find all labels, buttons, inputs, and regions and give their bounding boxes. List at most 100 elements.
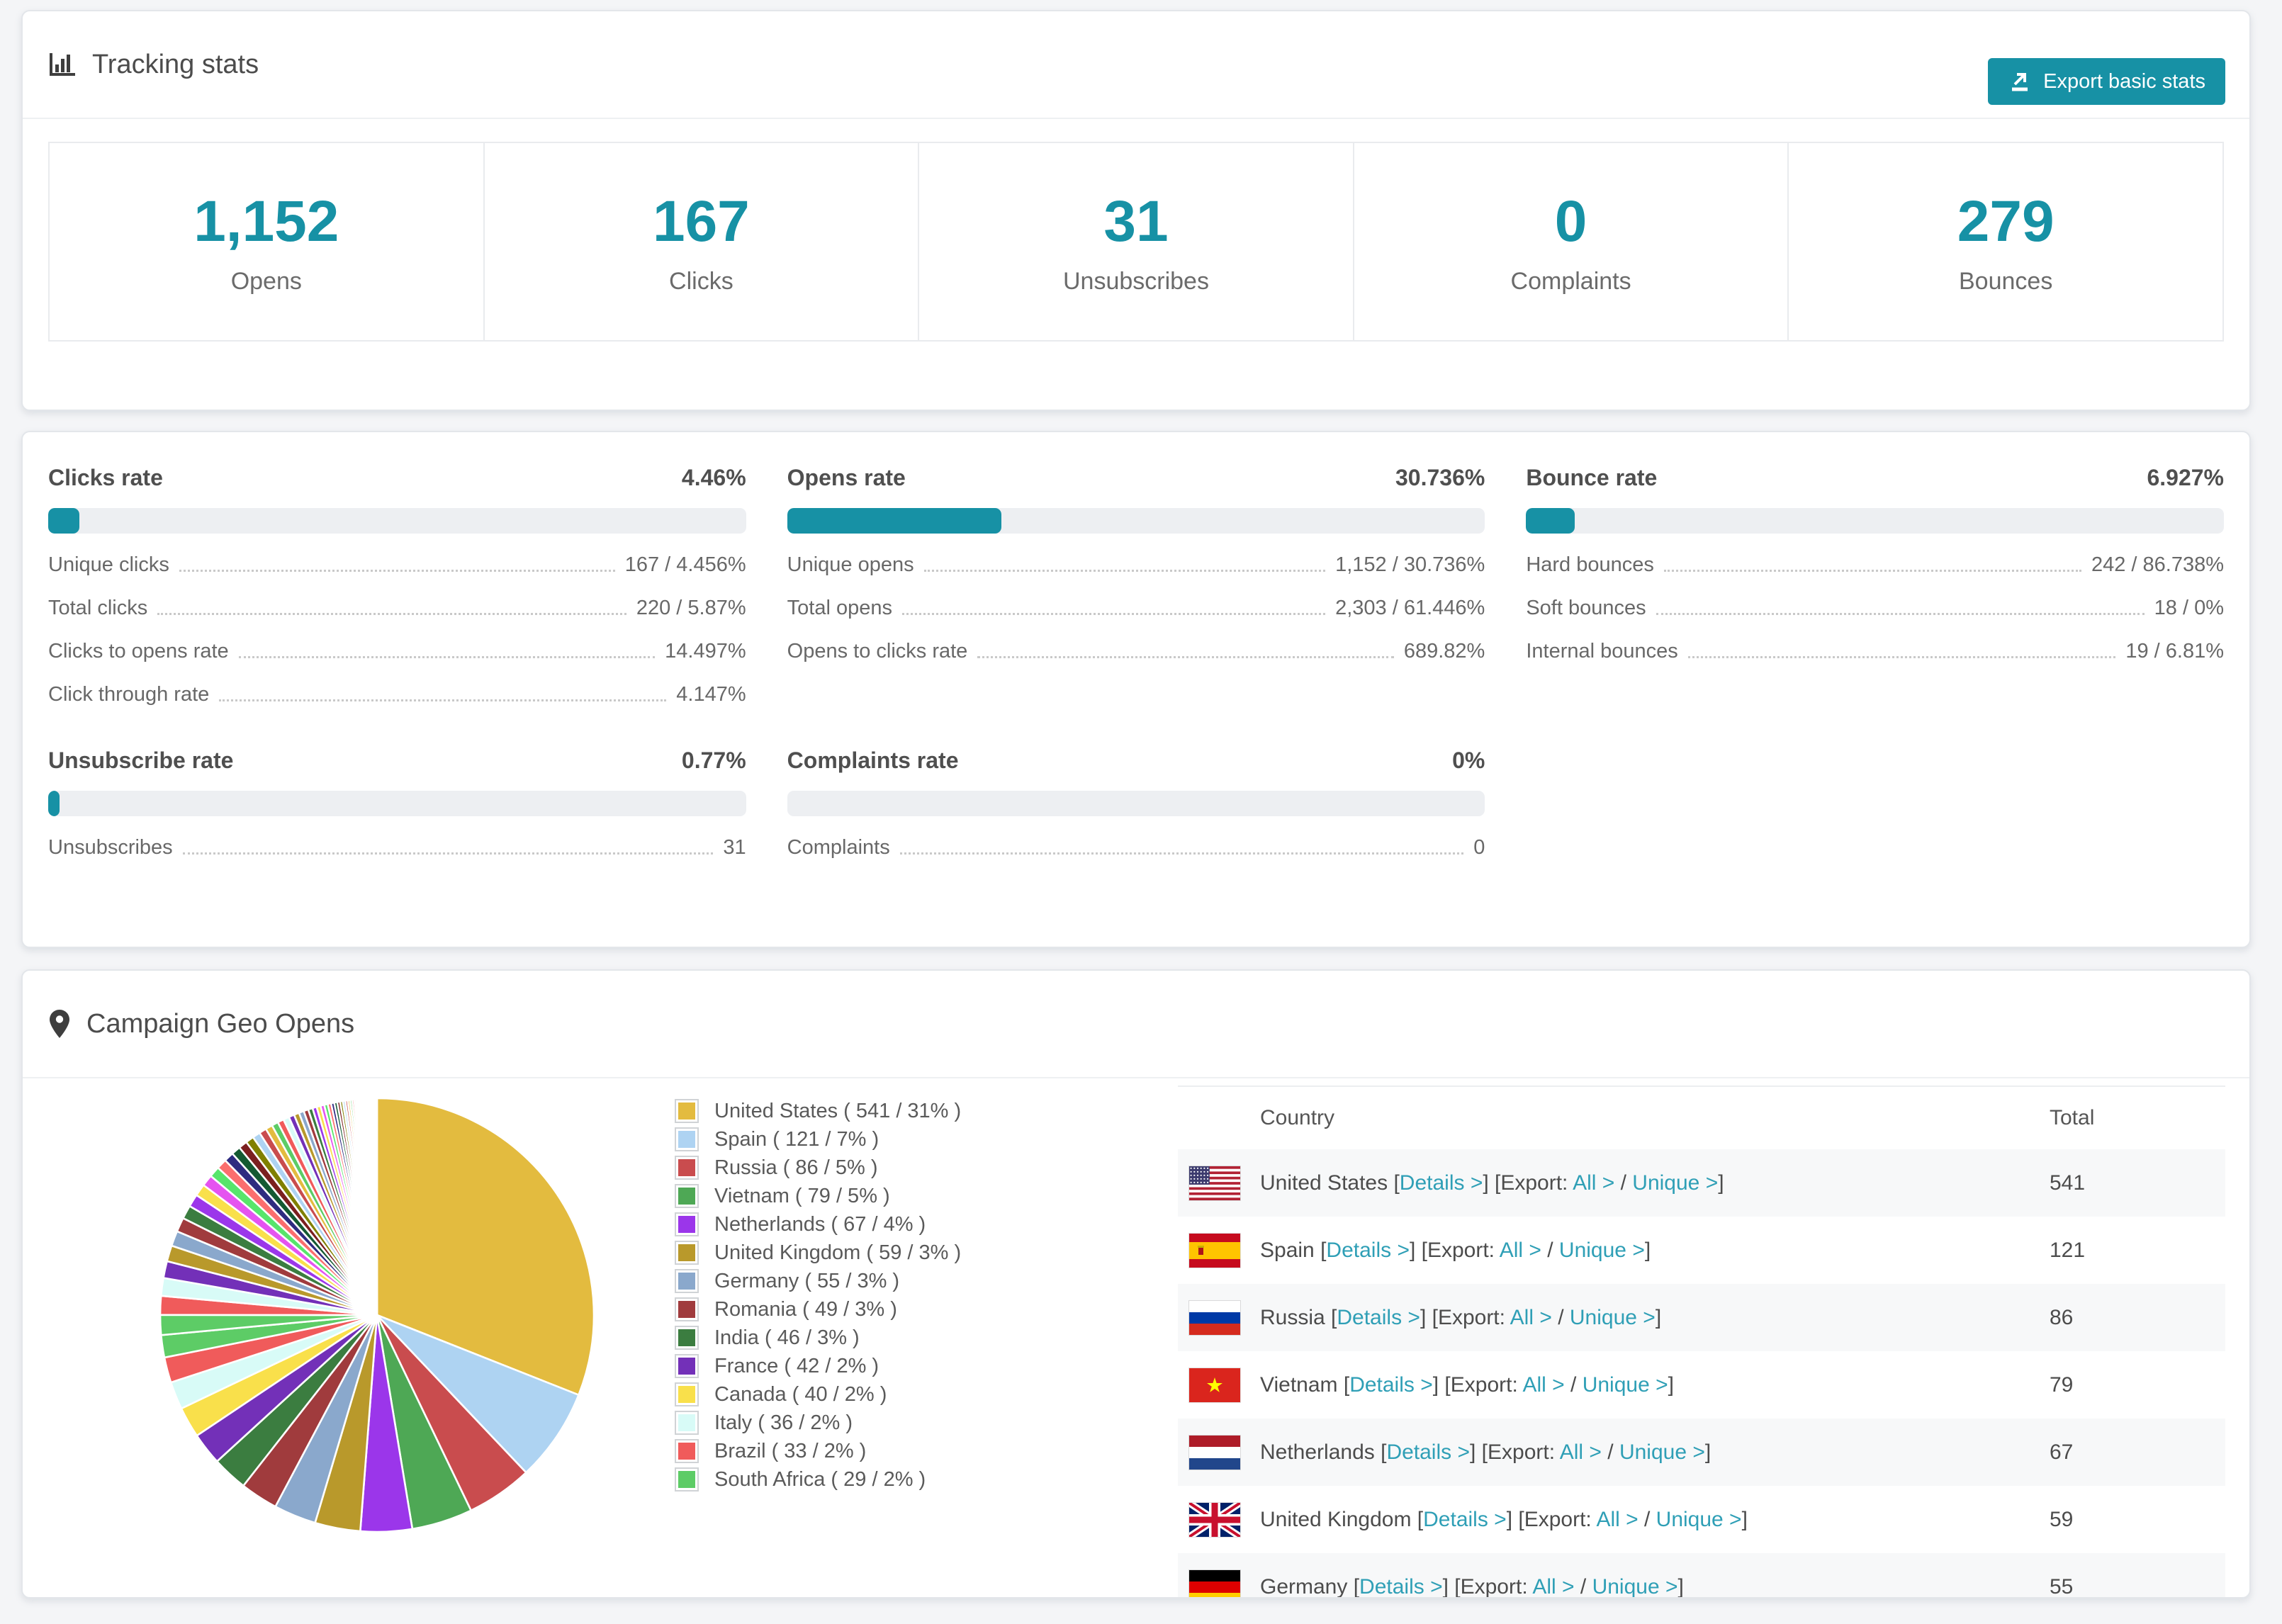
export-unique-link-germany[interactable]: Unique >	[1592, 1575, 1678, 1598]
rate-row-total-opens: Total opens 2,303 / 61.446%	[787, 597, 1485, 620]
details-link-spain[interactable]: Details >	[1326, 1239, 1410, 1262]
export-unique-link-netherlands[interactable]: Unique >	[1619, 1440, 1705, 1464]
dotted-leader	[901, 613, 1326, 615]
export-all-link-spain[interactable]: All >	[1500, 1239, 1541, 1262]
geo-country-cell: Netherlands [Details >] [Export: All > /…	[1260, 1440, 1712, 1464]
legend-label-romania: Romania ( 49 / 3% )	[714, 1297, 897, 1321]
campaign-geo-opens-card: Campaign Geo Opens United States ( 541 /…	[21, 969, 2251, 1598]
legend-swatch-color	[678, 1414, 695, 1431]
export-all-link-united-states[interactable]: All >	[1573, 1171, 1614, 1195]
legend-label-brazil: Brazil ( 33 / 2% )	[714, 1439, 867, 1462]
geo-flag-cell	[1178, 1368, 1260, 1402]
stat-box-complaints: 0 Complaints	[1352, 142, 1789, 342]
export-unique-link-russia[interactable]: Unique >	[1570, 1306, 1656, 1329]
flag-de-icon	[1189, 1569, 1240, 1597]
export-unique-link-united-states[interactable]: Unique >	[1632, 1171, 1718, 1195]
legend-item-germany[interactable]: Germany ( 55 / 3% )	[675, 1267, 1008, 1295]
progress-bar-fill	[1526, 508, 1575, 534]
dotted-leader	[899, 852, 1464, 855]
details-link-russia[interactable]: Details >	[1337, 1306, 1420, 1329]
legend-item-india[interactable]: India ( 46 / 3% )	[675, 1324, 1008, 1352]
rate-row-value: 2,303 / 61.446%	[1335, 597, 1485, 619]
geo-flag-cell	[1178, 1300, 1260, 1335]
legend-swatch	[675, 1467, 699, 1492]
export-all-link-netherlands[interactable]: All >	[1560, 1440, 1602, 1464]
legend-swatch	[675, 1127, 699, 1151]
legend-item-united-kingdom[interactable]: United Kingdom ( 59 / 3% )	[675, 1239, 1008, 1267]
rate-panel-head: Complaints rate 0%	[787, 748, 1485, 774]
export-all-link-germany[interactable]: All >	[1532, 1575, 1574, 1598]
legend-swatch-color	[678, 1471, 695, 1488]
legend-item-netherlands[interactable]: Netherlands ( 67 / 4% )	[675, 1210, 1008, 1239]
legend-swatch	[675, 1099, 699, 1123]
geo-table-row-russia: Russia [Details >] [Export: All > / Uniq…	[1178, 1284, 2225, 1351]
legend-label-united-kingdom: United Kingdom ( 59 / 3% )	[714, 1241, 962, 1264]
progress-bar-fill	[48, 791, 60, 816]
legend-swatch-color	[678, 1244, 695, 1261]
dotted-leader	[219, 699, 667, 701]
details-link-germany[interactable]: Details >	[1359, 1575, 1443, 1598]
legend-item-brazil[interactable]: Brazil ( 33 / 2% )	[675, 1437, 1008, 1465]
rate-row-label: Hard bounces	[1526, 553, 1654, 576]
rate-row-internal-bounces: Internal bounces 19 / 6.81%	[1526, 640, 2224, 663]
stat-value-opens: 1,152	[193, 188, 339, 254]
rate-rows: Unique opens 1,152 / 30.736% Total opens 2,…	[787, 553, 1485, 663]
geo-country-cell: United Kingdom [Details >] [Export: All …	[1260, 1507, 1748, 1531]
rate-value-opens-rate: 30.736%	[1395, 465, 1485, 490]
export-all-link-vietnam[interactable]: All >	[1522, 1373, 1564, 1397]
stat-value-complaints: 0	[1554, 188, 1587, 254]
rate-row-complaints: Complaints 0	[787, 836, 1485, 859]
legend-swatch	[675, 1439, 699, 1463]
geo-country-cell: Germany [Details >] [Export: All > / Uni…	[1260, 1574, 1684, 1598]
rate-value-complaints-rate: 0%	[1452, 748, 1485, 773]
legend-label-south-africa: South Africa ( 29 / 2% )	[714, 1467, 926, 1491]
legend-label-united-states: United States ( 541 / 31% )	[714, 1099, 962, 1122]
legend-item-italy[interactable]: Italy ( 36 / 2% )	[675, 1409, 1008, 1437]
legend-item-france[interactable]: France ( 42 / 2% )	[675, 1352, 1008, 1380]
legend-item-vietnam[interactable]: Vietnam ( 79 / 5% )	[675, 1182, 1008, 1210]
rate-row-value: 0	[1473, 836, 1485, 859]
legend-item-canada[interactable]: Canada ( 40 / 2% )	[675, 1380, 1008, 1409]
stat-label-complaints: Complaints	[1510, 267, 1631, 295]
legend-swatch-color	[678, 1131, 695, 1148]
rate-row-label: Soft bounces	[1526, 597, 1646, 619]
export-all-link-russia[interactable]: All >	[1510, 1306, 1552, 1329]
legend-swatch	[675, 1156, 699, 1180]
legend-label-russia: Russia ( 86 / 5% )	[714, 1156, 878, 1179]
geo-table-header-country: Country	[1260, 1106, 1335, 1129]
details-link-netherlands[interactable]: Details >	[1386, 1440, 1470, 1464]
export-unique-link-spain[interactable]: Unique >	[1559, 1239, 1645, 1262]
legend-swatch-color	[678, 1216, 695, 1233]
details-link-vietnam[interactable]: Details >	[1349, 1373, 1433, 1397]
legend-item-spain[interactable]: Spain ( 121 / 7% )	[675, 1125, 1008, 1154]
legend-item-united-states[interactable]: United States ( 541 / 31% )	[675, 1097, 1008, 1125]
rate-title-opens-rate: Opens rate	[787, 465, 906, 490]
export-unique-link-united-kingdom[interactable]: Unique >	[1656, 1508, 1742, 1531]
rate-row-label: Unique opens	[787, 553, 914, 576]
export-basic-stats-button[interactable]: Export basic stats	[1988, 58, 2225, 105]
geo-flag-cell	[1178, 1166, 1260, 1200]
rate-row-value: 4.147%	[676, 683, 746, 706]
rate-panel-complaints-rate: Complaints rate 0% Complaints 0	[787, 748, 1485, 859]
pie-slice-other-60[interactable]	[375, 1097, 378, 1316]
legend-item-russia[interactable]: Russia ( 86 / 5% )	[675, 1154, 1008, 1182]
legend-item-south-africa[interactable]: South Africa ( 29 / 2% )	[675, 1465, 1008, 1494]
legend-swatch-color	[678, 1329, 695, 1346]
export-unique-link-vietnam[interactable]: Unique >	[1583, 1373, 1668, 1397]
flag-us-icon	[1189, 1166, 1240, 1200]
geo-table-row-spain: Spain [Details >] [Export: All > / Uniqu…	[1178, 1217, 2225, 1284]
legend-item-romania[interactable]: Romania ( 49 / 3% )	[675, 1295, 1008, 1324]
rate-row-opens-to-clicks-rate: Opens to clicks rate 689.82%	[787, 640, 1485, 663]
details-link-united-kingdom[interactable]: Details >	[1423, 1508, 1507, 1531]
dotted-leader	[1663, 570, 2081, 572]
details-link-united-states[interactable]: Details >	[1400, 1171, 1483, 1195]
geo-total-cell: 55	[2050, 1574, 2074, 1598]
geo-table-body: United States [Details >] [Export: All >…	[1178, 1149, 2225, 1598]
rate-row-value: 14.497%	[665, 640, 746, 662]
export-all-link-united-kingdom[interactable]: All >	[1596, 1508, 1638, 1531]
rate-row-label: Complaints	[787, 836, 890, 859]
rate-row-value: 19 / 6.81%	[2125, 640, 2224, 662]
geo-flag-cell	[1178, 1502, 1260, 1537]
rate-row-unique-clicks: Unique clicks 167 / 4.456%	[48, 553, 746, 577]
legend-label-spain: Spain ( 121 / 7% )	[714, 1127, 879, 1151]
